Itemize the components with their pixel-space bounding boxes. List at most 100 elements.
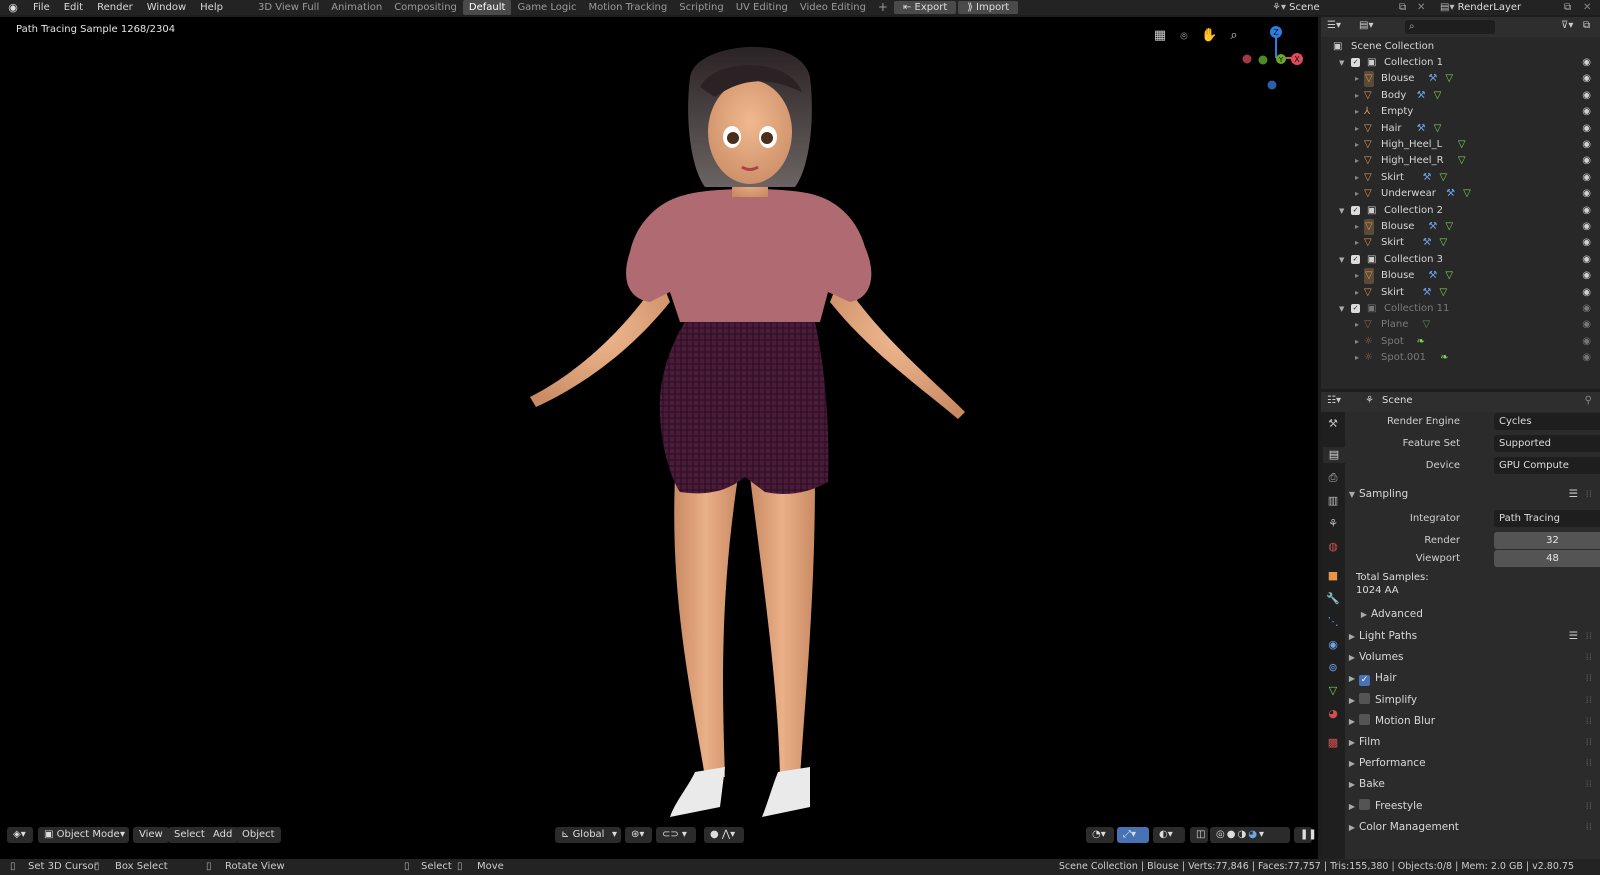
panel-performance[interactable]: ▶ Performance ⁞⁞ xyxy=(1345,753,1600,774)
drag-grip-icon[interactable]: ⁞⁞ xyxy=(1586,647,1592,668)
pan-view-icon[interactable]: ✋ xyxy=(1201,28,1217,44)
tab-uv-editing[interactable]: UV Editing xyxy=(730,0,794,15)
expand-toggle-icon[interactable]: ▸ xyxy=(1355,104,1359,120)
panel-enable-checkbox[interactable] xyxy=(1359,713,1370,725)
outliner-object-row[interactable]: ▸ ⅄ Empty ◉ xyxy=(1321,104,1600,120)
visibility-eye-icon[interactable]: ◉ xyxy=(1582,334,1591,350)
outliner-object-row[interactable]: ▸ ▽ Body ⚒ ▽ ◉ xyxy=(1321,88,1600,104)
export-button[interactable]: ⇤ Export xyxy=(893,1,957,14)
menu-render[interactable]: Render xyxy=(90,0,140,15)
expand-toggle-icon[interactable]: ▸ xyxy=(1355,153,1359,169)
mesh-data-icon[interactable]: ▽ xyxy=(1445,71,1453,87)
mesh-data-icon[interactable]: ▽ xyxy=(1440,235,1448,251)
visibility-button[interactable]: ◔▾ xyxy=(1086,827,1114,843)
view-layer-selector[interactable]: ▤▾ RenderLayer xyxy=(1440,0,1521,15)
panel-color-management[interactable]: ▶ Color Management ⁞⁞ xyxy=(1345,817,1600,838)
presets-list-icon[interactable]: ☰ xyxy=(1569,484,1578,505)
visibility-eye-icon[interactable]: ◉ xyxy=(1582,88,1591,104)
drag-grip-icon[interactable]: ⁞⁞ xyxy=(1586,690,1592,711)
outliner-object-row[interactable]: ▸ ▽ Hair ⚒ ▽ ◉ xyxy=(1321,121,1600,137)
mesh-data-icon[interactable]: ▽ xyxy=(1434,121,1442,137)
drag-grip-icon[interactable]: ⁞⁞ xyxy=(1586,732,1592,753)
visibility-eye-icon[interactable]: ◉ xyxy=(1582,71,1591,87)
advanced-subpanel-header[interactable]: ▶ Advanced xyxy=(1357,604,1600,625)
outliner-collection-row[interactable]: ▼ ✓ ▣ Collection 2 ◉ xyxy=(1321,203,1600,219)
visibility-eye-icon[interactable]: ◉ xyxy=(1582,186,1591,202)
tab-scripting[interactable]: Scripting xyxy=(673,0,729,15)
panel-film[interactable]: ▶ Film ⁞⁞ xyxy=(1345,732,1600,753)
expand-toggle-icon[interactable]: ▸ xyxy=(1355,170,1359,186)
editor-type-icon[interactable]: ☰▾ xyxy=(1327,20,1341,31)
constraints-tab-icon[interactable]: ⊚ xyxy=(1325,660,1341,676)
mesh-data-icon[interactable]: ▽ xyxy=(1458,153,1466,169)
drag-grip-icon[interactable]: ⁞⁞ xyxy=(1586,796,1592,817)
modifier-wrench-icon[interactable]: ⚒ xyxy=(1417,88,1426,104)
scene-collection-row[interactable]: ▣ Scene Collection xyxy=(1321,39,1600,55)
modifier-wrench-icon[interactable]: ⚒ xyxy=(1423,285,1432,301)
editor-type-button[interactable]: ◈▾ xyxy=(7,827,33,843)
menu-edit[interactable]: Edit xyxy=(57,0,90,15)
filter-icon[interactable]: ⊽▾ xyxy=(1561,20,1573,31)
visibility-eye-icon[interactable]: ◉ xyxy=(1582,203,1591,219)
physics-tab-icon[interactable]: ◉ xyxy=(1325,637,1341,653)
drag-grip-icon[interactable]: ⁞⁞ xyxy=(1586,668,1592,689)
modifier-tab-icon[interactable]: 🔧 xyxy=(1325,591,1341,607)
drag-grip-icon[interactable]: ⁞⁞ xyxy=(1586,626,1592,647)
view-layer-tab-icon[interactable]: ▥ xyxy=(1325,493,1341,509)
expand-toggle-icon[interactable]: ▸ xyxy=(1355,317,1359,333)
pin-icon[interactable]: ⚲ xyxy=(1585,395,1592,406)
visibility-eye-icon[interactable]: ◉ xyxy=(1582,252,1591,268)
pause-render-button[interactable]: ❚❚ xyxy=(1294,827,1317,843)
blender-logo-icon[interactable]: ◉ xyxy=(0,1,26,14)
expand-toggle-icon[interactable]: ▸ xyxy=(1355,219,1359,235)
scene-tab-icon[interactable]: ⚘ xyxy=(1325,516,1341,532)
panel-enable-checkbox[interactable] xyxy=(1359,798,1370,810)
camera-view-icon[interactable]: ⌾ xyxy=(1176,28,1192,44)
menu-object[interactable]: Object xyxy=(236,827,281,843)
mesh-data-icon[interactable]: ▽ xyxy=(1440,170,1448,186)
overlay-toggle[interactable]: ◐▾ xyxy=(1153,827,1185,843)
tool-tab-icon[interactable]: ⚒ xyxy=(1325,416,1341,432)
output-tab-icon[interactable]: ⎙ xyxy=(1325,470,1341,486)
outliner-object-row[interactable]: ▸ ▽ Underwear ⚒ ▽ ◉ xyxy=(1321,186,1600,202)
tab-game-logic[interactable]: Game Logic xyxy=(511,0,582,15)
presets-list-icon[interactable]: ☰ xyxy=(1569,626,1578,647)
transform-orientation-selector[interactable]: ⊾ Global ▾ xyxy=(555,827,621,843)
display-mode-icon[interactable]: ▤▾ xyxy=(1359,20,1373,31)
expand-toggle-icon[interactable]: ▸ xyxy=(1355,88,1359,104)
feature-set-dropdown[interactable]: Supported⌄ xyxy=(1494,435,1600,452)
outliner-search-input[interactable]: ⌕ xyxy=(1405,20,1495,34)
visibility-eye-icon[interactable]: ◉ xyxy=(1582,317,1591,333)
material-shading-icon[interactable]: ◑ xyxy=(1237,829,1248,840)
panel-light-paths[interactable]: ▶ Light Paths ☰ ⁞⁞ xyxy=(1345,626,1600,647)
exclude-checkbox[interactable]: ✓ xyxy=(1351,58,1360,67)
visibility-eye-icon[interactable]: ◉ xyxy=(1582,137,1591,153)
new-collection-icon[interactable]: ⧉ xyxy=(1583,20,1590,31)
panel-hair[interactable]: ▶ ✓ Hair ⁞⁞ xyxy=(1345,668,1600,689)
delete-view-layer-icon[interactable]: ✕ xyxy=(1583,0,1591,15)
delete-scene-icon[interactable]: ✕ xyxy=(1417,0,1425,15)
mesh-data-icon[interactable]: ▽ xyxy=(1463,186,1471,202)
tab-compositing[interactable]: Compositing xyxy=(388,0,463,15)
object-tab-icon[interactable]: ■ xyxy=(1325,568,1341,584)
solid-shading-icon[interactable]: ● xyxy=(1227,829,1238,840)
visibility-eye-icon[interactable]: ◉ xyxy=(1582,55,1591,71)
toggle-grid-icon[interactable]: ▦ xyxy=(1152,28,1168,44)
mesh-data-icon[interactable]: ▽ xyxy=(1440,285,1448,301)
exclude-checkbox[interactable]: ✓ xyxy=(1351,205,1360,215)
gizmo-neg-y[interactable] xyxy=(1258,55,1268,65)
mesh-data-icon[interactable]: ▽ xyxy=(1458,137,1466,153)
expand-toggle-icon[interactable]: ▸ xyxy=(1355,268,1359,284)
menu-add[interactable]: Add xyxy=(207,827,239,843)
exclude-checkbox[interactable]: ✓ xyxy=(1351,254,1360,264)
panel-enable-checkbox[interactable]: ✓ xyxy=(1359,675,1370,687)
texture-tab-icon[interactable]: ▩ xyxy=(1325,735,1341,751)
panel-bake[interactable]: ▶ Bake ⁞⁞ xyxy=(1345,774,1600,795)
light-data-icon[interactable]: ❧ xyxy=(1417,334,1425,350)
expand-toggle-icon[interactable]: ▸ xyxy=(1355,334,1359,350)
snap-toggle[interactable]: ⊂⊃ ▾ xyxy=(656,827,696,843)
outliner-object-row[interactable]: ▸ ▽ Skirt ⚒ ▽ ◉ xyxy=(1321,170,1600,186)
expand-toggle-icon[interactable]: ▼ xyxy=(1339,252,1344,268)
mesh-data-icon[interactable]: ▽ xyxy=(1445,268,1453,284)
sampling-panel-header[interactable]: ▼ Sampling ☰ ⁞⁞ xyxy=(1345,484,1600,505)
